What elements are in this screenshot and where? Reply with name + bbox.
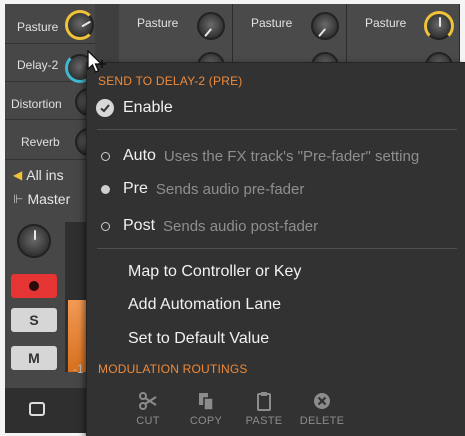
- paste-button[interactable]: PASTE: [243, 390, 285, 427]
- copy-icon: [199, 393, 214, 411]
- set-default-value-item[interactable]: Set to Default Value: [87, 324, 465, 354]
- radio-empty-icon: [100, 151, 110, 161]
- enable-menu-item[interactable]: Enable: [87, 93, 465, 123]
- send-row-reverb: Reverb: [5, 120, 103, 160]
- edit-label: COPY: [189, 415, 223, 427]
- delete-icon: [314, 393, 330, 409]
- menu-item-description: Uses the FX track's "Pre-fader" setting: [163, 147, 420, 165]
- cut-button[interactable]: CUT: [127, 390, 169, 427]
- output-routing-icon: ⊩: [13, 192, 24, 206]
- edit-label: DELETE: [299, 415, 345, 427]
- send-knob-pasture[interactable]: [65, 10, 95, 40]
- copy-button[interactable]: COPY: [185, 390, 227, 427]
- menu-item-description: Sends audio post-fader: [163, 217, 319, 235]
- clipboard-icon: [257, 392, 271, 411]
- send-label: Pasture: [365, 16, 407, 30]
- menu-item-label: Enable: [123, 99, 173, 116]
- menu-item-label: Post: [123, 217, 156, 234]
- send-row-distortion: Distortion: [5, 82, 103, 120]
- record-dot-icon: [29, 281, 39, 291]
- send-label: Pasture: [251, 16, 293, 30]
- knob-needle: [318, 28, 327, 38]
- radio-empty-icon: [100, 221, 110, 231]
- knob-arc: [65, 10, 95, 40]
- send-row-pasture: Pasture: [5, 4, 95, 44]
- map-controller-item[interactable]: Map to Controller or Key: [87, 257, 465, 287]
- edit-label: PASTE: [245, 415, 283, 427]
- knob-needle: [34, 230, 36, 240]
- knob-needle: [204, 28, 213, 38]
- radio-selected-icon: [100, 184, 110, 194]
- auto-mode-item[interactable]: Auto Uses the FX track's "Pre-fader" set…: [87, 141, 465, 171]
- menu-item-label: Map to Controller or Key: [128, 263, 302, 280]
- edit-actions: CUT COPY PASTE DELETE: [127, 390, 345, 427]
- mute-button[interactable]: M: [11, 346, 57, 370]
- send-label: Pasture: [137, 16, 179, 30]
- add-automation-lane-item[interactable]: Add Automation Lane: [87, 290, 465, 320]
- menu-item-label: Set to Default Value: [128, 330, 270, 347]
- menu-separator: [97, 129, 457, 130]
- send-label: Pasture: [17, 20, 59, 34]
- send-label: Reverb: [21, 135, 60, 149]
- menu-item-label: Add Automation Lane: [128, 296, 282, 313]
- delete-button[interactable]: DELETE: [299, 390, 345, 427]
- send-knob[interactable]: [197, 12, 225, 40]
- menu-item-label: Pre: [123, 180, 148, 197]
- modulation-heading: MODULATION ROUTINGS: [98, 362, 248, 376]
- bottom-toolbar: [5, 388, 95, 433]
- menu-item-description: Sends audio pre-fader: [155, 180, 305, 198]
- menu-heading: SEND TO DELAY-2 (PRE): [98, 74, 243, 88]
- input-label: All ins: [26, 167, 64, 183]
- send-label: Distortion: [11, 97, 62, 111]
- track-column: Pasture Delay-2 Distortion Reverb ◀ All …: [5, 4, 103, 433]
- scissors-icon: [139, 392, 157, 410]
- output-label: Master: [27, 191, 71, 207]
- menu-separator: [97, 248, 457, 249]
- mouse-cursor-icon: [87, 50, 106, 73]
- send-knob[interactable]: [424, 11, 454, 41]
- input-selector[interactable]: ◀ All ins: [13, 167, 64, 183]
- send-label: Delay-2: [17, 58, 59, 72]
- post-mode-item[interactable]: Post Sends audio post-fader: [87, 211, 465, 241]
- meter-value: -1: [73, 362, 84, 376]
- send-context-menu: SEND TO DELAY-2 (PRE) Enable Auto Uses t…: [86, 62, 465, 436]
- panel-toggle-icon[interactable]: [29, 402, 45, 416]
- menu-item-label: Auto: [123, 147, 156, 164]
- volume-knob[interactable]: [17, 224, 51, 258]
- send-row-delay: Delay-2: [5, 44, 95, 83]
- checkmark-icon: [87, 99, 123, 117]
- knob-arc: [16, 223, 52, 259]
- speaker-icon: ◀: [13, 168, 23, 182]
- send-knob[interactable]: [311, 12, 339, 40]
- edit-label: CUT: [136, 415, 160, 427]
- solo-button[interactable]: S: [11, 308, 57, 332]
- knob-needle: [439, 17, 441, 27]
- pre-mode-item[interactable]: Pre Sends audio pre-fader: [87, 174, 465, 204]
- record-arm-button[interactable]: [11, 274, 57, 298]
- output-selector[interactable]: ⊩ Master: [13, 191, 70, 207]
